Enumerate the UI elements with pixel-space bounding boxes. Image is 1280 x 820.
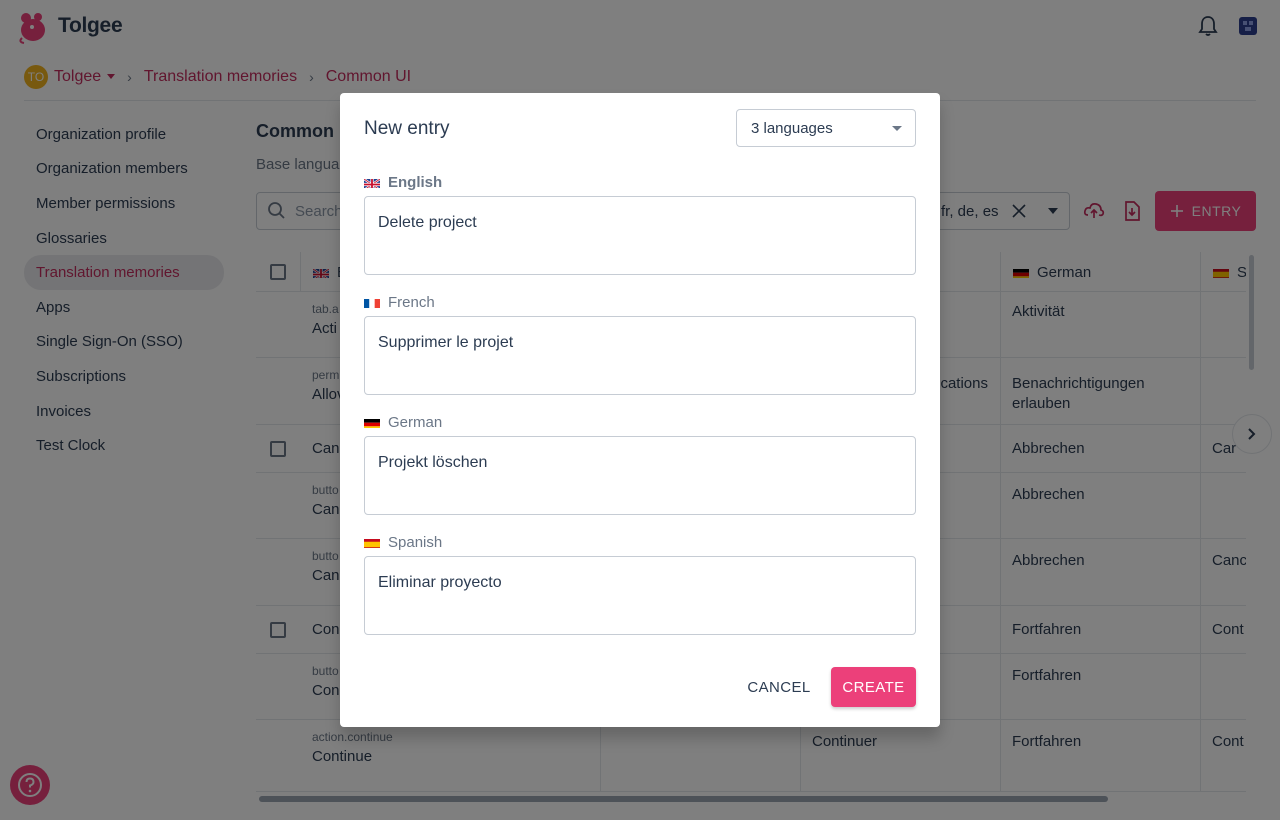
uk-flag-icon xyxy=(364,177,380,188)
spanish-translation-field[interactable]: Eliminar proyecto xyxy=(364,556,916,635)
dialog-title: New entry xyxy=(364,118,450,139)
language-count-value: 3 languages xyxy=(751,119,833,137)
create-button[interactable]: CREATE xyxy=(831,667,916,707)
chevron-down-icon xyxy=(892,126,902,131)
english-translation-field[interactable]: Delete project xyxy=(364,196,916,275)
cancel-button[interactable]: CANCEL xyxy=(740,667,818,707)
new-entry-dialog: New entry 3 languages English Delete pro… xyxy=(340,93,940,727)
german-label-text: German xyxy=(388,414,443,431)
french-translation-field[interactable]: Supprimer le projet xyxy=(364,316,916,395)
english-label: English xyxy=(364,174,442,191)
de-flag-icon xyxy=(364,417,380,428)
spanish-label: Spanish xyxy=(364,534,442,551)
fr-flag-icon xyxy=(364,297,380,308)
french-label-text: French xyxy=(388,294,435,311)
german-translation-field[interactable]: Projekt löschen xyxy=(364,436,916,515)
english-label-text: English xyxy=(388,174,443,191)
german-label: German xyxy=(364,414,442,431)
spanish-label-text: Spanish xyxy=(388,534,443,551)
es-flag-icon xyxy=(364,537,380,548)
french-label: French xyxy=(364,294,435,311)
language-count-select[interactable]: 3 languages xyxy=(736,109,916,147)
